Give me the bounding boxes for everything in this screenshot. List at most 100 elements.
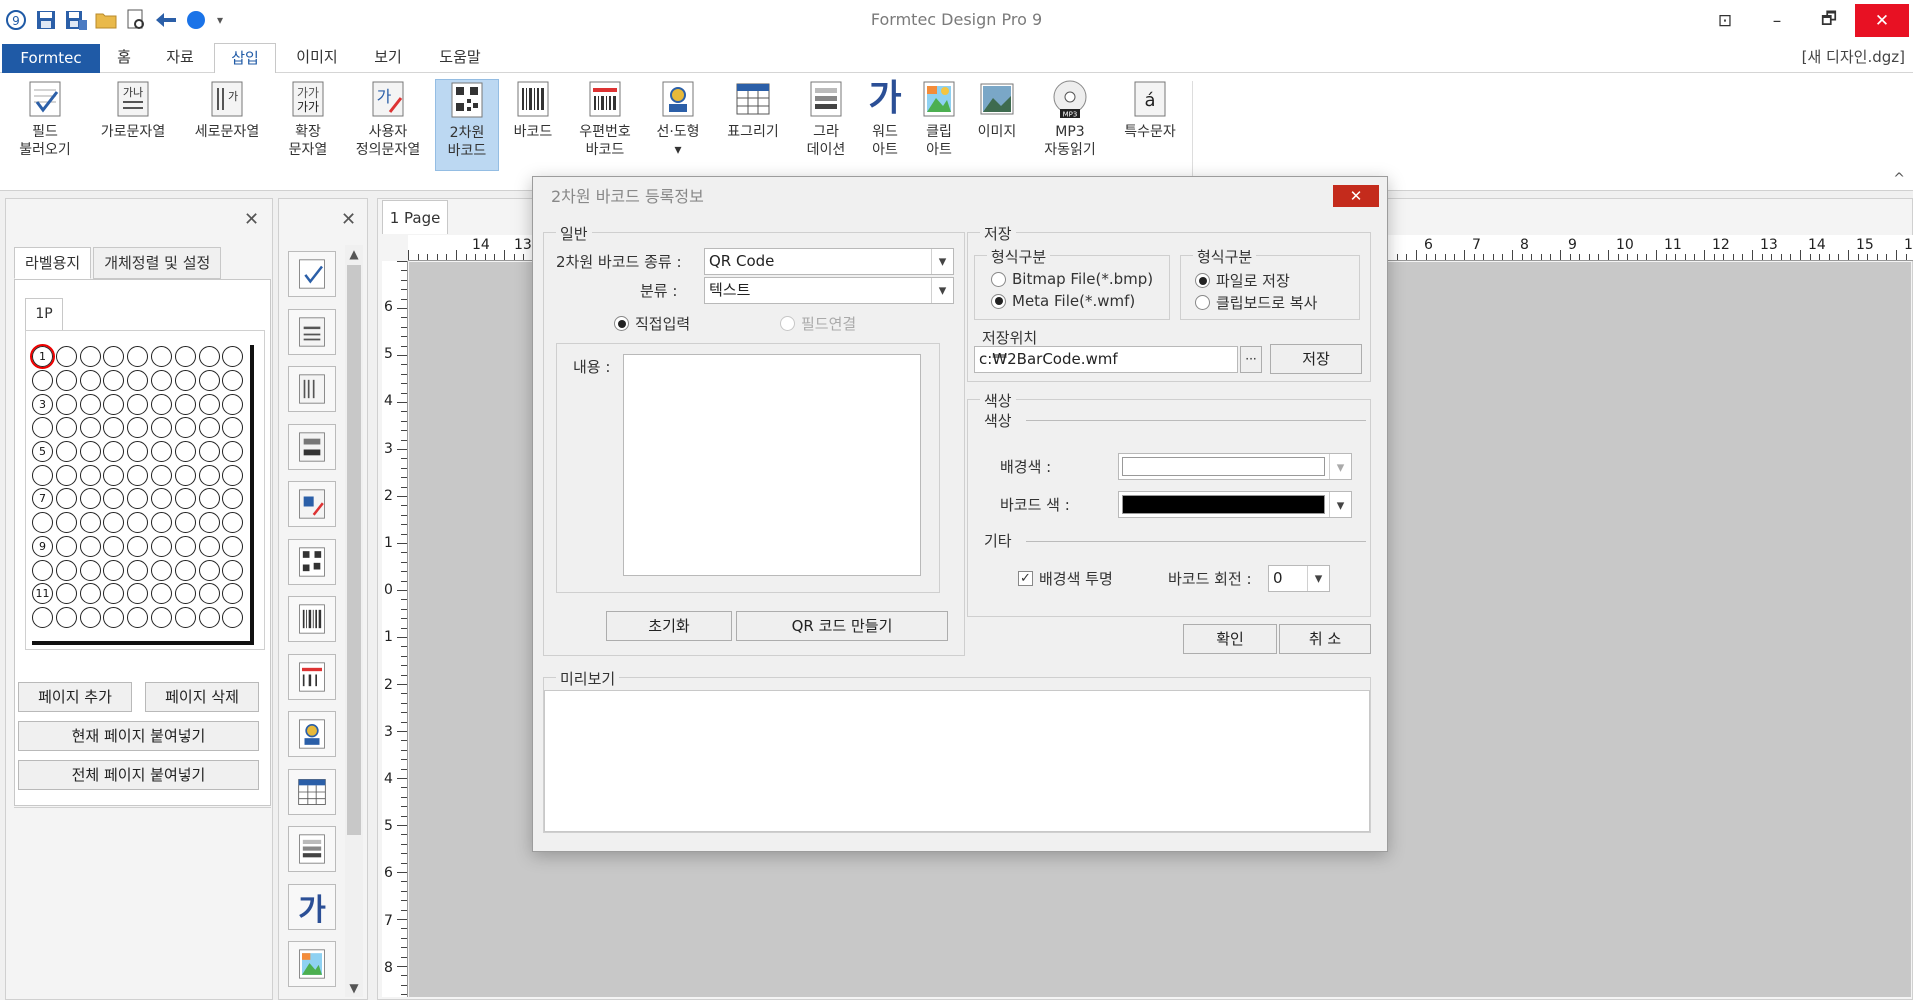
add-page-button[interactable]: 페이지 추가 — [18, 682, 132, 712]
paste-all-pages-button[interactable]: 전체 페이지 붙여넣기 — [18, 760, 259, 790]
label-cell[interactable] — [79, 393, 101, 415]
label-cell[interactable] — [222, 464, 244, 486]
toolbox-scrollbar[interactable]: ▲ ▼ — [345, 245, 363, 997]
label-cell[interactable] — [127, 606, 149, 628]
undo-arrow-icon[interactable] — [154, 8, 178, 32]
label-cell[interactable] — [127, 559, 149, 581]
label-cell[interactable] — [127, 488, 149, 510]
dialog-close-button[interactable]: ✕ — [1333, 185, 1379, 207]
meta-file-radio[interactable]: Meta File(*.wmf) — [991, 292, 1135, 310]
qat-dropdown-icon[interactable]: ▾ — [214, 8, 226, 32]
tool-field-load-icon[interactable] — [288, 251, 336, 297]
label-cell[interactable] — [79, 535, 101, 557]
label-cell[interactable] — [79, 606, 101, 628]
tool-wordart-icon[interactable]: 가 — [288, 884, 336, 930]
label-cell[interactable] — [32, 370, 53, 392]
postal-barcode-button[interactable]: 우편번호 바코드 — [570, 79, 640, 159]
tool-table-icon[interactable] — [288, 769, 336, 815]
browse-button[interactable]: ··· — [1240, 346, 1262, 373]
label-cell[interactable] — [127, 441, 149, 463]
draw-table-button[interactable]: 표그리기 — [718, 79, 788, 141]
label-cell[interactable] — [55, 488, 77, 510]
label-cell[interactable] — [150, 346, 172, 368]
label-cell[interactable] — [150, 464, 172, 486]
label-cell[interactable] — [222, 583, 244, 605]
tool-clipart-icon[interactable] — [288, 941, 336, 987]
label-cell[interactable] — [198, 441, 220, 463]
user-defined-string-button[interactable]: 가 사용자 정의문자열 — [346, 79, 430, 159]
save-icon[interactable] — [34, 8, 58, 32]
barcode-color-picker[interactable]: ▾ — [1118, 491, 1352, 518]
tab-label-paper[interactable]: 라벨용지 — [14, 247, 92, 279]
vertical-string-button[interactable]: 가 세로문자열 — [186, 79, 268, 141]
close-button[interactable]: ✕ — [1855, 4, 1909, 37]
label-cell[interactable] — [55, 583, 77, 605]
chevron-down-icon[interactable]: ▾ — [1329, 492, 1351, 517]
label-cell[interactable] — [127, 464, 149, 486]
label-cell[interactable] — [79, 488, 101, 510]
label-cell[interactable]: 11 — [32, 583, 53, 605]
save-button[interactable]: 저장 — [1270, 344, 1362, 374]
restore-button[interactable]: 🗗 — [1803, 0, 1855, 41]
tab-help[interactable]: 도움말 — [432, 43, 488, 73]
label-cell[interactable] — [174, 370, 196, 392]
save-as-icon[interactable] — [64, 8, 88, 32]
label-cell[interactable] — [198, 346, 220, 368]
label-cell[interactable] — [174, 346, 196, 368]
label-cell[interactable] — [32, 559, 53, 581]
label-cell[interactable] — [103, 512, 125, 534]
label-cell[interactable] — [174, 464, 196, 486]
page-tab-1-page[interactable]: 1 Page — [382, 200, 448, 234]
label-cell[interactable] — [150, 393, 172, 415]
label-cell[interactable] — [198, 393, 220, 415]
label-cell[interactable] — [198, 535, 220, 557]
label-cell[interactable]: 7 — [32, 488, 53, 510]
image-button[interactable]: 이미지 — [970, 79, 1024, 141]
label-cell[interactable] — [198, 370, 220, 392]
label-cell[interactable] — [79, 417, 101, 439]
label-cell[interactable] — [198, 464, 220, 486]
label-cell[interactable] — [103, 606, 125, 628]
tool-vertical-text-icon[interactable] — [288, 366, 336, 412]
label-cell[interactable] — [222, 488, 244, 510]
save-to-file-radio[interactable]: 파일로 저장 — [1195, 270, 1290, 291]
background-color-picker[interactable]: ▾ — [1118, 453, 1352, 480]
label-cell[interactable] — [79, 370, 101, 392]
app-logo-icon[interactable]: 9 — [4, 8, 28, 32]
label-cell[interactable]: 9 — [32, 535, 53, 557]
open-folder-icon[interactable] — [94, 8, 118, 32]
extended-string-button[interactable]: 가가 가가 확장 문자열 — [284, 79, 332, 159]
delete-page-button[interactable]: 페이지 삭제 — [145, 682, 259, 712]
label-cell[interactable] — [222, 417, 244, 439]
clipart-button[interactable]: 클립 아트 — [914, 79, 964, 159]
tab-formtec[interactable]: Formtec — [2, 44, 100, 73]
horizontal-string-button[interactable]: 가나 가로문자열 — [92, 79, 174, 141]
label-cell[interactable] — [103, 535, 125, 557]
panel-close-icon[interactable]: ✕ — [244, 209, 259, 230]
label-cell[interactable] — [174, 535, 196, 557]
label-cell[interactable] — [127, 417, 149, 439]
label-cell[interactable] — [103, 393, 125, 415]
field-link-radio[interactable]: 필드연결 — [780, 313, 856, 334]
label-cell[interactable] — [55, 559, 77, 581]
label-cell[interactable] — [55, 606, 77, 628]
label-cell[interactable] — [55, 535, 77, 557]
label-cell[interactable] — [79, 559, 101, 581]
tab-data[interactable]: 자료 — [160, 43, 200, 73]
label-cell[interactable] — [198, 512, 220, 534]
label-cell[interactable] — [150, 606, 172, 628]
label-cell[interactable] — [55, 370, 77, 392]
label-cell[interactable] — [103, 464, 125, 486]
label-cell[interactable] — [150, 583, 172, 605]
2d-barcode-button[interactable]: 2차원 바코드 — [435, 79, 499, 171]
print-preview-icon[interactable] — [124, 8, 148, 32]
label-cell[interactable]: 5 — [32, 441, 53, 463]
rotation-select[interactable]: 0 ▾ — [1268, 565, 1330, 592]
pin-icon[interactable]: ⊡ — [1699, 0, 1751, 41]
label-cell[interactable] — [32, 606, 53, 628]
label-cell[interactable] — [103, 583, 125, 605]
minimize-button[interactable]: – — [1751, 0, 1803, 41]
label-cell[interactable] — [103, 346, 125, 368]
label-cell[interactable] — [198, 559, 220, 581]
label-cell[interactable] — [198, 606, 220, 628]
